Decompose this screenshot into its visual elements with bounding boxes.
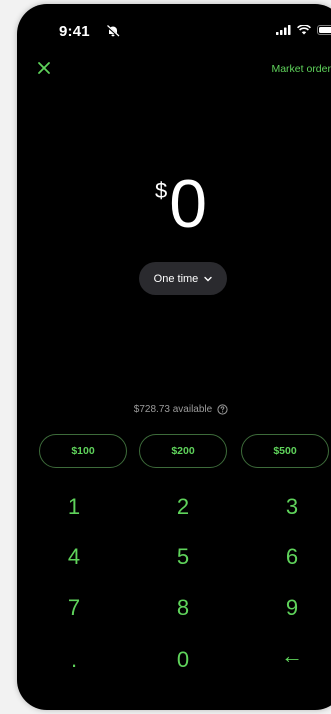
- help-icon[interactable]: [217, 404, 228, 415]
- keypad-backspace-icon[interactable]: ←: [262, 636, 322, 676]
- quick-amount-100-button[interactable]: $100: [39, 434, 127, 468]
- keypad-2[interactable]: 2: [153, 487, 213, 527]
- chevron-down-icon: [204, 276, 213, 281]
- keypad-6[interactable]: 6: [262, 537, 322, 577]
- keypad-decimal[interactable]: .: [44, 640, 104, 680]
- order-type-dropdown[interactable]: Market order: [271, 63, 331, 75]
- status-icons: [276, 25, 331, 35]
- wifi-icon: [297, 25, 311, 35]
- phone-screen: 9:41 Market order $0 One time $728.73 av…: [17, 4, 331, 710]
- signal-icon: [276, 25, 291, 35]
- status-bar: 9:41: [17, 4, 331, 54]
- frequency-label: One time: [153, 272, 199, 285]
- bell-off-icon: [106, 25, 120, 37]
- amount-value: 0: [169, 166, 208, 242]
- quick-amount-200-button[interactable]: $200: [139, 434, 227, 468]
- currency-symbol: $: [154, 178, 168, 203]
- keypad-1[interactable]: 1: [44, 487, 104, 527]
- keypad-8[interactable]: 8: [153, 588, 213, 628]
- close-icon[interactable]: [34, 58, 54, 78]
- order-type-label: Market order: [271, 63, 331, 75]
- amount-display: $0: [17, 164, 331, 244]
- available-text: $728.73 available: [133, 404, 213, 415]
- keypad-3[interactable]: 3: [262, 487, 322, 527]
- keypad-4[interactable]: 4: [44, 537, 104, 577]
- frequency-dropdown[interactable]: One time: [139, 262, 227, 295]
- keypad-7[interactable]: 7: [44, 588, 104, 628]
- keypad-5[interactable]: 5: [153, 537, 213, 577]
- status-time: 9:41: [59, 23, 90, 40]
- battery-icon: [317, 25, 331, 35]
- keypad-0[interactable]: 0: [153, 640, 213, 680]
- keypad-9[interactable]: 9: [262, 588, 322, 628]
- quick-amount-500-button[interactable]: $500: [241, 434, 329, 468]
- available-balance: $728.73 available: [17, 404, 331, 415]
